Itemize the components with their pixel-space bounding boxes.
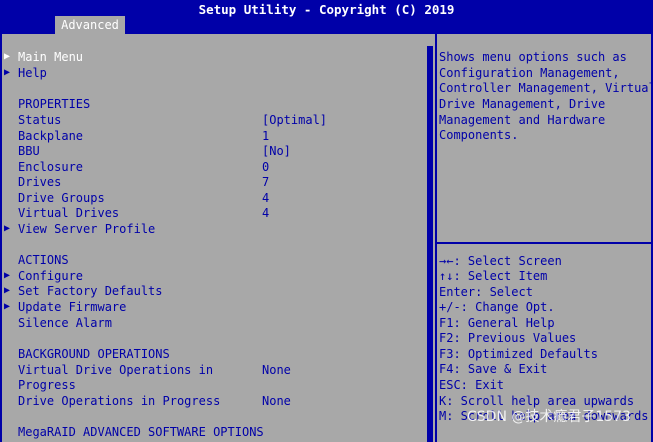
key-help-select-screen: →←: Select Screen bbox=[439, 254, 562, 268]
help-text-line: Components. bbox=[439, 128, 519, 142]
key-help-enter: Enter: Select bbox=[439, 285, 533, 299]
submenu-arrow-icon: ▶ bbox=[4, 270, 11, 281]
key-help-select-item: ↑↓: Select Item bbox=[439, 269, 548, 283]
key-help-esc: ESC: Exit bbox=[439, 378, 505, 392]
key-help-change-opt: +/-: Change Opt. bbox=[439, 300, 555, 314]
help-text-line: Configuration Management, bbox=[439, 66, 620, 80]
help-text-line: Shows menu options such as bbox=[439, 50, 627, 64]
key-help-f4: F4: Save & Exit bbox=[439, 362, 548, 376]
title-bar: Setup Utility - Copyright (C) 2019 Advan… bbox=[0, 0, 653, 34]
help-text-line: Management and Hardware bbox=[439, 113, 606, 127]
help-separator bbox=[437, 242, 653, 244]
watermark: CSDN @技术瘾君子1573 bbox=[467, 409, 631, 425]
key-help-f3: F3: Optimized Defaults bbox=[439, 347, 598, 361]
left-border bbox=[0, 34, 2, 442]
help-text-line: Drive Management, Drive bbox=[439, 97, 606, 111]
submenu-arrow-icon: ▶ bbox=[4, 285, 11, 296]
setup-panel: ▶ Main Menu ▶ Help PROPERTIES Status [Op… bbox=[0, 34, 653, 442]
submenu-arrow-icon: ▶ bbox=[4, 51, 11, 62]
submenu-arrow-icon: ▶ bbox=[4, 223, 11, 234]
panel-divider bbox=[435, 34, 437, 442]
submenu-arrow-icon: ▶ bbox=[4, 67, 11, 78]
menu-scrollbar-thumb[interactable] bbox=[427, 46, 433, 426]
submenu-arrow-icon: ▶ bbox=[4, 301, 11, 312]
window-title: Setup Utility - Copyright (C) 2019 bbox=[198, 2, 455, 17]
key-help-f2: F2: Previous Values bbox=[439, 331, 577, 345]
help-text-line: Controller Management, Virtual bbox=[439, 81, 653, 95]
tab-advanced[interactable]: Advanced bbox=[55, 16, 125, 34]
key-help-f1: F1: General Help bbox=[439, 316, 555, 330]
